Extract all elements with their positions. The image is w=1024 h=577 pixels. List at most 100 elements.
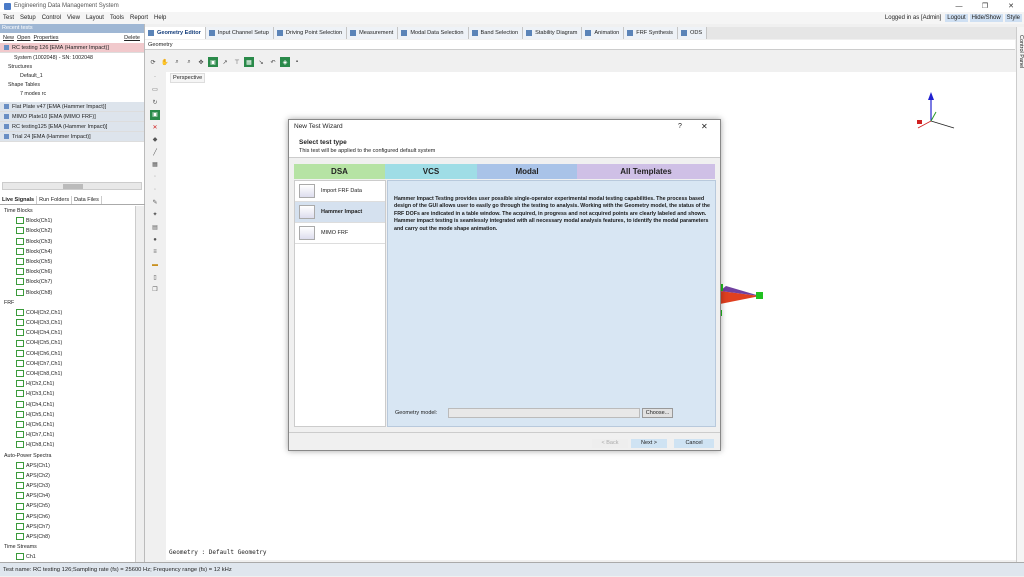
menu-setup[interactable]: Setup [17, 15, 39, 21]
menu-help[interactable]: Help [151, 15, 169, 21]
test-type-import-frf[interactable]: Import FRF Data [295, 181, 385, 202]
signal-item[interactable]: APS(Ch2) [0, 471, 135, 481]
signal-item[interactable]: Ch1 [0, 552, 135, 562]
recent-test[interactable]: RC testing125 [EMA (Hammer Impact)] [0, 122, 144, 132]
control-panel[interactable]: Control Panel [1016, 27, 1024, 562]
category-modal[interactable]: Modal [477, 164, 577, 179]
frame-icon[interactable]: ▭ [150, 85, 160, 95]
delete-icon[interactable]: ✕ [150, 122, 160, 132]
signal-item[interactable]: COH(Ch8,Ch1) [0, 369, 135, 379]
signal-item[interactable]: COH(Ch3,Ch1) [0, 318, 135, 328]
recent-test[interactable]: Trial 24 [EMA (Hammer Impact)] [0, 132, 144, 142]
tab-geometry-editor[interactable]: Geometry Editor [145, 27, 206, 39]
tab-data-files[interactable]: Data Files [72, 196, 102, 204]
print-icon[interactable]: ▤ [150, 222, 160, 232]
signal-item[interactable]: H(Ch3,Ch1) [0, 389, 135, 399]
menu-tools[interactable]: Tools [107, 15, 127, 21]
grey-icon[interactable]: ▫ [150, 172, 160, 182]
category-vcs[interactable]: VCS [385, 164, 477, 179]
mesh-icon[interactable]: ▦ [150, 160, 160, 170]
recent-test[interactable]: Flat Plate v47 [EMA (Hammer Impact)] [0, 102, 144, 112]
tab-driving-point-selection[interactable]: Driving Point Selection [273, 27, 348, 39]
zoom-out-icon[interactable]: ⌕ [184, 57, 194, 67]
choose-button[interactable]: Choose... [642, 408, 673, 418]
sphere-icon[interactable]: ● [150, 235, 160, 245]
maximize-icon[interactable]: ❐ [972, 0, 998, 12]
style-button[interactable]: Style [1004, 14, 1022, 22]
tab-animation[interactable]: Animation [582, 27, 625, 39]
test-type-mimo-frf[interactable]: MIMO FRF [295, 223, 385, 244]
tab-run-folders[interactable]: Run Folders [37, 196, 73, 204]
model-icon[interactable]: ▣ [150, 109, 160, 120]
line-icon[interactable]: ╱ [150, 147, 160, 157]
signal-item[interactable]: APS(Ch6) [0, 512, 135, 522]
test-type-hammer-impact[interactable]: Hammer Impact [295, 202, 385, 223]
menu-report[interactable]: Report [127, 15, 151, 21]
folder-icon[interactable]: ▬ [150, 260, 160, 270]
database-icon[interactable]: ≡ [150, 247, 160, 257]
pencil-icon[interactable]: ✎ [150, 197, 160, 207]
tree-modes[interactable]: 7 modes rc [0, 89, 144, 99]
copy-icon[interactable]: ❐ [150, 285, 160, 295]
cancel-button[interactable]: Cancel [674, 439, 714, 448]
tab-frf-synthesis[interactable]: FRF Synthesis [624, 27, 678, 39]
help-icon[interactable]: ? [678, 120, 682, 134]
open-link[interactable]: Open [17, 35, 30, 41]
minimize-icon[interactable]: — [946, 0, 972, 12]
signal-item[interactable]: APS(Ch4) [0, 491, 135, 501]
rotate-tool-icon[interactable]: ↻ [150, 97, 160, 107]
view-icon[interactable]: ◈ [280, 57, 290, 67]
signal-group[interactable]: Time Blocks [0, 206, 135, 216]
vertical-scrollbar[interactable] [135, 206, 144, 562]
measure-icon[interactable]: ↘ [256, 57, 266, 67]
document-icon[interactable]: ▯ [150, 272, 160, 282]
signal-item[interactable]: Block(Ch8) [0, 288, 135, 298]
close-icon[interactable]: ✕ [701, 120, 708, 134]
menu-layout[interactable]: Layout [83, 15, 107, 21]
signal-item[interactable]: COH(Ch5,Ch1) [0, 338, 135, 348]
signal-item[interactable]: APS(Ch1) [0, 461, 135, 471]
signal-item[interactable]: APS(Ch8) [0, 532, 135, 542]
tab-input-channel-setup[interactable]: Input Channel Setup [205, 27, 274, 39]
tab-modal-data-selection[interactable]: Modal Data Selection [398, 27, 469, 39]
signal-group[interactable]: FRF [0, 298, 135, 308]
signal-item[interactable]: Block(Ch3) [0, 237, 135, 247]
menu-view[interactable]: View [64, 15, 83, 21]
signal-item[interactable]: H(Ch7,Ch1) [0, 430, 135, 440]
grey-icon-2[interactable]: ▫ [150, 185, 160, 195]
signal-item[interactable]: APS(Ch3) [0, 481, 135, 491]
geometry-model-field[interactable] [448, 408, 640, 418]
grid-icon[interactable]: ▦ [244, 57, 254, 67]
new-link[interactable]: New [3, 35, 14, 41]
signal-item[interactable]: COH(Ch4,Ch1) [0, 328, 135, 338]
node-icon[interactable]: ⊤ [232, 57, 242, 67]
point-icon[interactable]: · [150, 72, 160, 82]
recent-test-current[interactable]: RC testing 126 [EMA (Hammer Impact)] [0, 43, 144, 53]
signal-group[interactable]: Time Streams [0, 542, 135, 552]
rotate-icon[interactable]: ⟳ [148, 57, 158, 67]
hide-show-button[interactable]: Hide/Show [969, 14, 1003, 22]
signal-item[interactable]: H(Ch2,Ch1) [0, 379, 135, 389]
signal-item[interactable]: Block(Ch2) [0, 226, 135, 236]
close-icon[interactable]: ✕ [998, 0, 1024, 12]
signal-item[interactable]: H(Ch4,Ch1) [0, 400, 135, 410]
scroll-thumb[interactable] [63, 184, 83, 189]
signal-item[interactable]: COH(Ch7,Ch1) [0, 359, 135, 369]
tool-icon[interactable]: ✦ [150, 210, 160, 220]
save-icon[interactable]: ▪ [292, 57, 302, 67]
signal-item[interactable]: Block(Ch7) [0, 277, 135, 287]
logout-button[interactable]: Logout [945, 14, 968, 22]
menu-control[interactable]: Control [39, 15, 64, 21]
signal-item[interactable]: Block(Ch5) [0, 257, 135, 267]
tab-measurement[interactable]: Measurement [347, 27, 399, 39]
signal-item[interactable]: H(Ch6,Ch1) [0, 420, 135, 430]
undo-icon[interactable]: ↶ [268, 57, 278, 67]
category-dsa[interactable]: DSA [294, 164, 385, 179]
paint-icon[interactable]: ◆ [150, 135, 160, 145]
tab-ods[interactable]: ODS [677, 27, 708, 39]
signal-item[interactable]: Block(Ch6) [0, 267, 135, 277]
tab-stability-diagram[interactable]: Stability Diagram [523, 27, 583, 39]
signal-item[interactable]: COH(Ch6,Ch1) [0, 349, 135, 359]
signal-group[interactable]: Auto-Power Spectra [0, 451, 135, 461]
link-icon[interactable]: ↗ [220, 57, 230, 67]
